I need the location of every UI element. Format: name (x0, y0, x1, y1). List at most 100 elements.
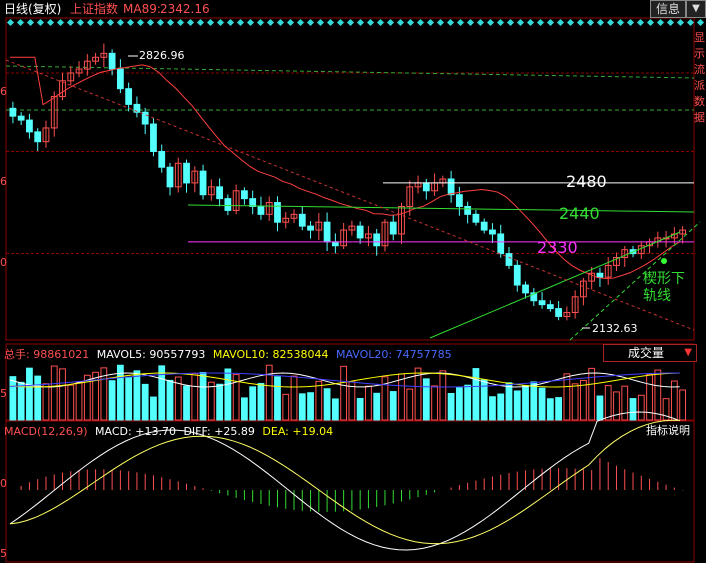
signal-marker (276, 18, 285, 27)
signal-marker (636, 18, 645, 27)
right-label: 示 (694, 47, 705, 60)
volume-bar (282, 393, 290, 421)
signal-marker (106, 18, 115, 27)
volume-bar (621, 385, 629, 421)
ma89-value: 2342.16 (160, 2, 210, 16)
wedge-label-line1: 楔形下 (643, 271, 685, 287)
info-button[interactable]: 信息 (650, 0, 686, 18)
candle-body (447, 178, 455, 196)
chart-canvas[interactable] (0, 0, 706, 563)
signal-marker (576, 18, 585, 27)
volume-bar (34, 375, 42, 421)
macd-pane-border (5, 420, 695, 563)
signal-marker (286, 18, 295, 27)
period-label[interactable]: 日线(复权) (4, 3, 61, 15)
signal-marker (536, 18, 545, 27)
signal-marker (666, 18, 675, 27)
volume-bar (133, 370, 141, 421)
right-label: 据 (694, 111, 705, 124)
candle-body (522, 284, 529, 294)
dropdown-arrow-icon[interactable]: ▼ (686, 0, 706, 18)
signal-marker (56, 18, 65, 27)
candle-body (34, 131, 42, 143)
descending-trendline (5, 59, 695, 331)
candle-body (150, 123, 157, 153)
signal-marker (516, 18, 525, 27)
candle-body (183, 162, 190, 184)
signal-marker (26, 18, 35, 27)
candle-body (356, 225, 364, 239)
level-2480-label: 2480 (566, 172, 607, 191)
volume-bar (150, 396, 157, 421)
candle-body (166, 166, 174, 188)
volume-bar (472, 368, 480, 421)
volume-bar (141, 383, 149, 421)
candle-body (555, 308, 562, 317)
volume-bar (629, 398, 637, 421)
signal-marker (156, 18, 165, 27)
left-axis-label: 6 (0, 175, 7, 188)
signal-marker (456, 18, 465, 27)
volume-bar (398, 373, 405, 421)
candle-body (323, 221, 331, 243)
volume-bar (596, 395, 604, 421)
right-axis-labels: 显 示 流 派 数 据 (694, 30, 706, 126)
signal-marker (546, 18, 555, 27)
signal-marker (436, 18, 445, 27)
signal-marker (336, 18, 345, 27)
volume-bar (522, 385, 529, 421)
signal-marker (356, 18, 365, 27)
candle-body (9, 107, 17, 117)
high-price-label: 2826.96 (139, 49, 185, 62)
volume-bar (455, 387, 463, 421)
index-name: 上证指数 (70, 2, 119, 16)
level-2440-label: 2440 (559, 204, 600, 223)
volume-bar (546, 398, 554, 421)
signal-marker (16, 18, 25, 27)
signal-marker (446, 18, 455, 27)
signal-marker (176, 18, 185, 27)
signal-marker (606, 18, 615, 27)
macd-name: MACD(12,26,9) (4, 425, 88, 438)
volume-bar (67, 384, 75, 421)
volume-bar (166, 379, 174, 421)
volume-indicator-dropdown[interactable]: 成交量 ▼ (603, 344, 697, 362)
candle-body (505, 253, 513, 266)
volume-bar (654, 369, 662, 421)
right-label: 流 (694, 63, 705, 76)
volume-bar (9, 376, 17, 421)
macd-value: +13.70 (135, 425, 176, 438)
signal-marker (116, 18, 125, 27)
level-2330-label: 2330 (537, 238, 578, 257)
volume-header: 总手: 98861021 MAVOL5: 90557793 MAVOL10: 8… (4, 346, 452, 362)
volume-bar (563, 373, 571, 421)
left-axis-label: 0 (0, 256, 7, 269)
ma89-label: MA89: (123, 2, 161, 16)
signal-marker (326, 18, 335, 27)
volume-bar (323, 388, 331, 421)
candle-body (125, 88, 133, 105)
signal-marker (696, 18, 705, 27)
candle-body (17, 115, 25, 121)
volume-dropdown-label: 成交量 (628, 346, 665, 360)
signal-marker (586, 18, 595, 27)
volume-bar (580, 379, 587, 421)
volume-bar (59, 368, 66, 421)
indicator-help-button[interactable]: 指标说明 (646, 425, 690, 436)
volume-bar (571, 383, 579, 421)
signal-marker (126, 18, 135, 27)
volume-bar (637, 394, 645, 421)
volume-bar (431, 385, 438, 421)
volume-bar (348, 381, 356, 421)
wedge-touch-dot (661, 258, 667, 264)
volume-bar (298, 393, 306, 421)
candle-body (596, 272, 604, 278)
signal-marker (646, 18, 655, 27)
volume-bar (464, 384, 472, 421)
wedge-label-line2: 轨线 (643, 288, 671, 304)
candle-body (389, 221, 397, 235)
volume-bar (555, 397, 562, 421)
signal-marker (466, 18, 475, 27)
volume-bar (679, 389, 687, 421)
volume-bar (356, 397, 364, 421)
